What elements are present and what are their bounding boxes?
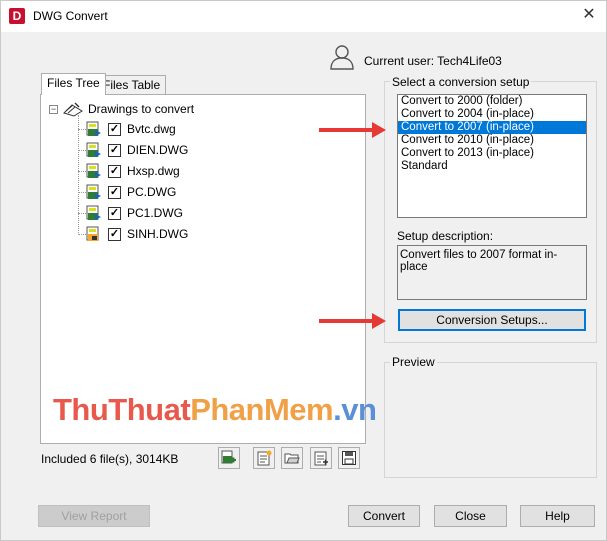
open-list-icon <box>284 453 300 464</box>
watermark-part: ThuThuat <box>53 392 191 427</box>
tree-file-row[interactable]: ✓ PC.DWG <box>78 183 176 201</box>
append-list-icon <box>314 451 328 466</box>
dwg-file-icon <box>86 184 101 199</box>
setup-description-box: Convert files to 2007 format in-place <box>397 245 587 300</box>
file-checkbox[interactable]: ✓ <box>108 143 121 157</box>
add-file-button[interactable] <box>218 447 240 469</box>
view-report-button[interactable]: View Report <box>38 505 150 527</box>
tree-file-row[interactable]: ✓ Bvtc.dwg <box>78 120 176 138</box>
file-name: DIEN.DWG <box>127 143 189 157</box>
tree-root-label: Drawings to convert <box>88 102 195 116</box>
setup-option[interactable]: Standard <box>398 160 586 173</box>
dwg-file-icon <box>86 205 101 220</box>
tree-file-row[interactable]: ✓ DIEN.DWG <box>78 141 188 159</box>
watermark-part: PhanMem <box>190 392 334 427</box>
tree-file-row[interactable]: ✓ PC1.DWG <box>78 204 183 222</box>
file-name: SINH.DWG <box>127 227 189 241</box>
dwg-file-icon <box>86 163 101 178</box>
annotation-arrow <box>319 122 386 138</box>
dwg-file-icon <box>86 121 101 136</box>
collapse-icon[interactable]: − <box>49 104 58 114</box>
dwg-file-icon <box>86 142 101 157</box>
tree-root-row[interactable]: − Drawings to convert <box>49 101 194 117</box>
file-name: PC.DWG <box>127 185 177 199</box>
user-icon <box>330 45 354 70</box>
status-text: Included 6 file(s), 3014KB <box>41 452 179 466</box>
setup-option[interactable]: Convert to 2000 (folder) <box>398 95 586 108</box>
open-list-button[interactable] <box>281 447 303 469</box>
new-list-button[interactable] <box>253 447 275 469</box>
tree-file-row[interactable]: ✓ Hxsp.dwg <box>78 162 180 180</box>
preview-label: Preview <box>390 355 437 369</box>
setup-description-label: Setup description: <box>397 229 494 243</box>
window-title: DWG Convert <box>33 9 108 23</box>
save-list-icon <box>342 451 356 465</box>
title-bar: D DWG Convert ✕ <box>1 1 606 32</box>
conversion-setups-button[interactable]: Conversion Setups... <box>398 309 586 331</box>
file-checkbox[interactable]: ✓ <box>108 185 121 199</box>
new-list-icon <box>257 450 272 466</box>
dwg-file-lock-icon <box>86 226 99 241</box>
file-name: Hxsp.dwg <box>127 164 180 178</box>
file-name: PC1.DWG <box>127 206 184 220</box>
close-button[interactable]: Close <box>434 505 507 527</box>
tree-file-row[interactable]: ✓ SINH.DWG <box>78 225 188 243</box>
help-button[interactable]: Help <box>520 505 595 527</box>
setup-option-selected[interactable]: Convert to 2007 (in-place) <box>398 121 586 134</box>
convert-button[interactable]: Convert <box>348 505 420 527</box>
annotation-arrow <box>319 313 386 329</box>
watermark: ThuThuatPhanMem.vn <box>53 392 377 428</box>
save-list-button[interactable] <box>338 447 360 469</box>
drawings-set-icon <box>63 102 83 117</box>
current-user-label: Current user: Tech4Life03 <box>364 54 502 68</box>
file-name: Bvtc.dwg <box>127 122 176 136</box>
file-checkbox[interactable]: ✓ <box>108 227 121 241</box>
file-checkbox[interactable]: ✓ <box>108 206 121 220</box>
tab-files-tree[interactable]: Files Tree <box>41 73 106 95</box>
app-icon: D <box>9 8 25 24</box>
setup-group-label: Select a conversion setup <box>390 75 532 89</box>
file-checkbox[interactable]: ✓ <box>108 164 121 178</box>
setup-listbox[interactable]: Convert to 2000 (folder) Convert to 2004… <box>397 94 587 218</box>
dwg-convert-window: D DWG Convert ✕ Current user: Tech4Life0… <box>0 0 607 541</box>
tab-files-table[interactable]: Files Table <box>97 75 167 94</box>
setup-option[interactable]: Convert to 2004 (in-place) <box>398 108 586 121</box>
add-file-icon <box>221 450 236 464</box>
setup-option[interactable]: Convert to 2010 (in-place) <box>398 134 586 147</box>
setup-option[interactable]: Convert to 2013 (in-place) <box>398 147 586 160</box>
file-checkbox[interactable]: ✓ <box>108 122 121 136</box>
close-window-icon[interactable]: ✕ <box>579 5 599 25</box>
append-list-button[interactable] <box>310 447 332 469</box>
preview-group <box>384 362 597 478</box>
watermark-part: .vn <box>333 392 377 427</box>
